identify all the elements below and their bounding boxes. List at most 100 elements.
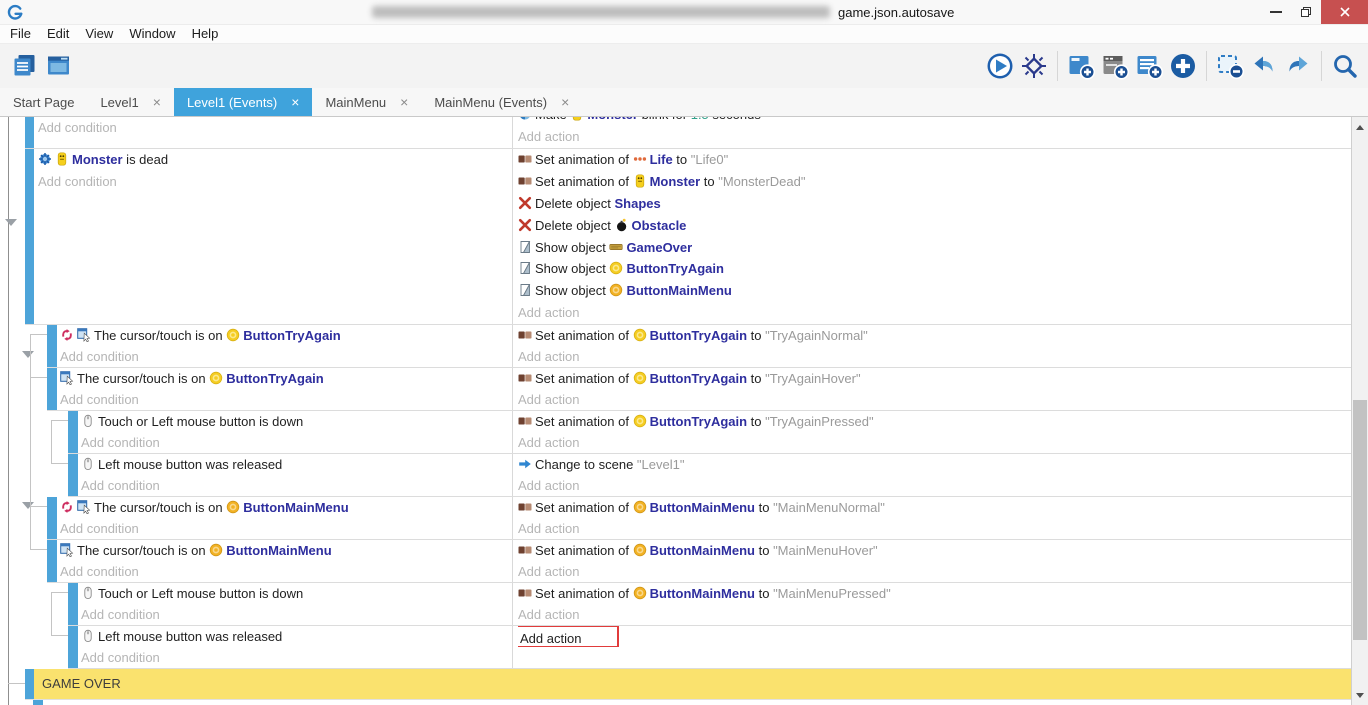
tab-mainmenu-events[interactable]: MainMenu (Events)× bbox=[421, 88, 582, 116]
condition-line[interactable]: Left mouse button was released bbox=[81, 626, 512, 647]
add-action-link[interactable]: Add action bbox=[518, 561, 1351, 582]
scroll-down-button[interactable] bbox=[1352, 687, 1368, 703]
action-line[interactable]: Change to scene "Level1" bbox=[518, 454, 1351, 475]
action-line[interactable]: Set animation of Monster to "MonsterDead… bbox=[518, 171, 1351, 193]
condition-line[interactable]: Touch or Left mouse button is down bbox=[81, 411, 512, 432]
play-button[interactable] bbox=[985, 51, 1015, 81]
object-name: Obstacle bbox=[632, 218, 687, 233]
add-action-link[interactable]: Add action bbox=[518, 432, 1351, 453]
tab-mainmenu[interactable]: MainMenu × bbox=[312, 88, 421, 116]
delete-icon bbox=[518, 196, 532, 210]
condition-line[interactable]: The cursor/touch is on ButtonTryAgain bbox=[60, 325, 512, 346]
tab-close-icon[interactable]: × bbox=[291, 95, 299, 109]
condition-line[interactable]: The cursor/touch is on ButtonMainMenu bbox=[60, 497, 512, 518]
vertical-scrollbar[interactable] bbox=[1352, 117, 1368, 705]
add-condition-link[interactable]: Add condition bbox=[60, 389, 512, 410]
tab-label: MainMenu bbox=[325, 95, 386, 110]
actions-cell: Set animation of ButtonMainMenu to "Main… bbox=[513, 583, 1351, 625]
scroll-down-icon bbox=[1356, 693, 1364, 698]
action-line[interactable]: Add action bbox=[518, 626, 1351, 647]
restore-button[interactable] bbox=[1291, 0, 1321, 24]
menu-file[interactable]: File bbox=[2, 25, 39, 43]
add-subevent-button[interactable] bbox=[1100, 51, 1130, 81]
tab-level1[interactable]: Level1× bbox=[87, 88, 174, 116]
add-action-link-highlighted[interactable]: Add action bbox=[518, 626, 619, 647]
action-line[interactable]: Delete object Obstacle bbox=[518, 215, 1351, 237]
action-line[interactable]: Set animation of ButtonTryAgain to "TryA… bbox=[518, 325, 1351, 346]
action-line[interactable]: Show object ButtonMainMenu bbox=[518, 280, 1351, 302]
comment-event[interactable]: GAME OVER bbox=[34, 669, 1351, 699]
action-line[interactable]: Set animation of ButtonMainMenu to "Main… bbox=[518, 583, 1351, 604]
add-action-link[interactable]: Add action bbox=[518, 518, 1351, 539]
add-condition-link[interactable]: Add condition bbox=[60, 518, 512, 539]
add-condition-link[interactable]: Add condition bbox=[81, 604, 512, 625]
placeholder-label: Add condition bbox=[81, 478, 160, 493]
close-button[interactable] bbox=[1321, 0, 1368, 24]
event-indent-bar bbox=[47, 325, 57, 367]
tab-close-icon[interactable]: × bbox=[400, 95, 408, 109]
text: to bbox=[700, 174, 718, 189]
actions-cell: Make Monster blink for 1.5 secondsAdd ac… bbox=[513, 117, 1351, 148]
delete-selection-button[interactable] bbox=[1215, 51, 1245, 81]
set-animation-icon bbox=[518, 543, 532, 557]
set-animation-icon bbox=[518, 174, 532, 188]
add-condition-link[interactable]: Add condition bbox=[38, 117, 512, 139]
button-orange-icon bbox=[633, 543, 647, 557]
tab-level1-events[interactable]: Level1 (Events)× bbox=[174, 88, 313, 116]
project-manager-button[interactable] bbox=[10, 51, 40, 81]
text: Set animation of bbox=[535, 152, 633, 167]
add-condition-link[interactable]: Add condition bbox=[81, 475, 512, 496]
action-line[interactable]: Set animation of Life to "Life0" bbox=[518, 149, 1351, 171]
condition-line[interactable]: The cursor/touch is on ButtonMainMenu bbox=[60, 540, 512, 561]
tab-close-icon[interactable]: × bbox=[153, 95, 161, 109]
add-condition-link[interactable]: Add condition bbox=[81, 647, 512, 668]
tab-start-page[interactable]: Start Page bbox=[0, 88, 87, 116]
action-line[interactable]: Delete object Shapes bbox=[518, 193, 1351, 215]
action-line[interactable]: Set animation of ButtonTryAgain to "TryA… bbox=[518, 411, 1351, 432]
action-line[interactable]: Make Monster blink for 1.5 seconds bbox=[518, 117, 1351, 126]
action-line[interactable]: Show object ButtonTryAgain bbox=[518, 258, 1351, 280]
add-action-link[interactable]: Add action bbox=[518, 475, 1351, 496]
redo-button[interactable] bbox=[1283, 51, 1313, 81]
set-animation-icon bbox=[518, 152, 532, 166]
add-condition-link[interactable]: Add condition bbox=[60, 346, 512, 367]
add-condition-link[interactable]: Add condition bbox=[38, 171, 512, 193]
add-plus-button[interactable] bbox=[1168, 51, 1198, 81]
add-condition-link[interactable]: Add condition bbox=[81, 432, 512, 453]
button-yellow-icon bbox=[609, 261, 623, 275]
menu-help[interactable]: Help bbox=[184, 25, 227, 43]
action-line[interactable]: Set animation of ButtonMainMenu to "Main… bbox=[518, 540, 1351, 561]
action-line[interactable]: Set animation of ButtonTryAgain to "TryA… bbox=[518, 368, 1351, 389]
add-action-link[interactable]: Add action bbox=[518, 389, 1351, 410]
mouse-icon bbox=[81, 629, 95, 643]
add-action-link[interactable]: Add action bbox=[518, 346, 1351, 367]
debug-button[interactable] bbox=[1019, 51, 1049, 81]
search-button[interactable] bbox=[1330, 51, 1360, 81]
menu-view[interactable]: View bbox=[77, 25, 121, 43]
add-condition-link[interactable]: Add condition bbox=[60, 561, 512, 582]
condition-line[interactable]: Monster is dead bbox=[38, 149, 512, 171]
condition-line[interactable]: Left mouse button was released bbox=[81, 454, 512, 475]
tab-close-icon[interactable]: × bbox=[561, 95, 569, 109]
button-yellow-icon bbox=[209, 371, 223, 385]
object-name: GameOver bbox=[626, 240, 692, 255]
menu-window[interactable]: Window bbox=[121, 25, 183, 43]
add-action-link[interactable]: Add action bbox=[518, 302, 1351, 324]
add-comment-button[interactable] bbox=[1134, 51, 1164, 81]
cursor-touch-icon bbox=[60, 543, 74, 557]
action-line[interactable]: Show object GameOver bbox=[518, 237, 1351, 259]
event-row: The cursor/touch is on ButtonTryAgainAdd… bbox=[47, 368, 1351, 411]
add-action-link[interactable]: Add action bbox=[518, 604, 1351, 625]
text: is dead bbox=[123, 152, 169, 167]
action-line[interactable]: Set animation of ButtonMainMenu to "Main… bbox=[518, 497, 1351, 518]
add-action-link[interactable]: Add action bbox=[518, 126, 1351, 148]
scrollbar-thumb[interactable] bbox=[1353, 400, 1367, 640]
condition-line[interactable]: The cursor/touch is on ButtonTryAgain bbox=[60, 368, 512, 389]
undo-button[interactable] bbox=[1249, 51, 1279, 81]
menu-edit[interactable]: Edit bbox=[39, 25, 77, 43]
minimize-button[interactable] bbox=[1261, 0, 1291, 24]
scroll-up-button[interactable] bbox=[1352, 119, 1368, 135]
add-event-button[interactable] bbox=[1066, 51, 1096, 81]
condition-line[interactable]: Touch or Left mouse button is down bbox=[81, 583, 512, 604]
scene-window-button[interactable] bbox=[44, 51, 74, 81]
